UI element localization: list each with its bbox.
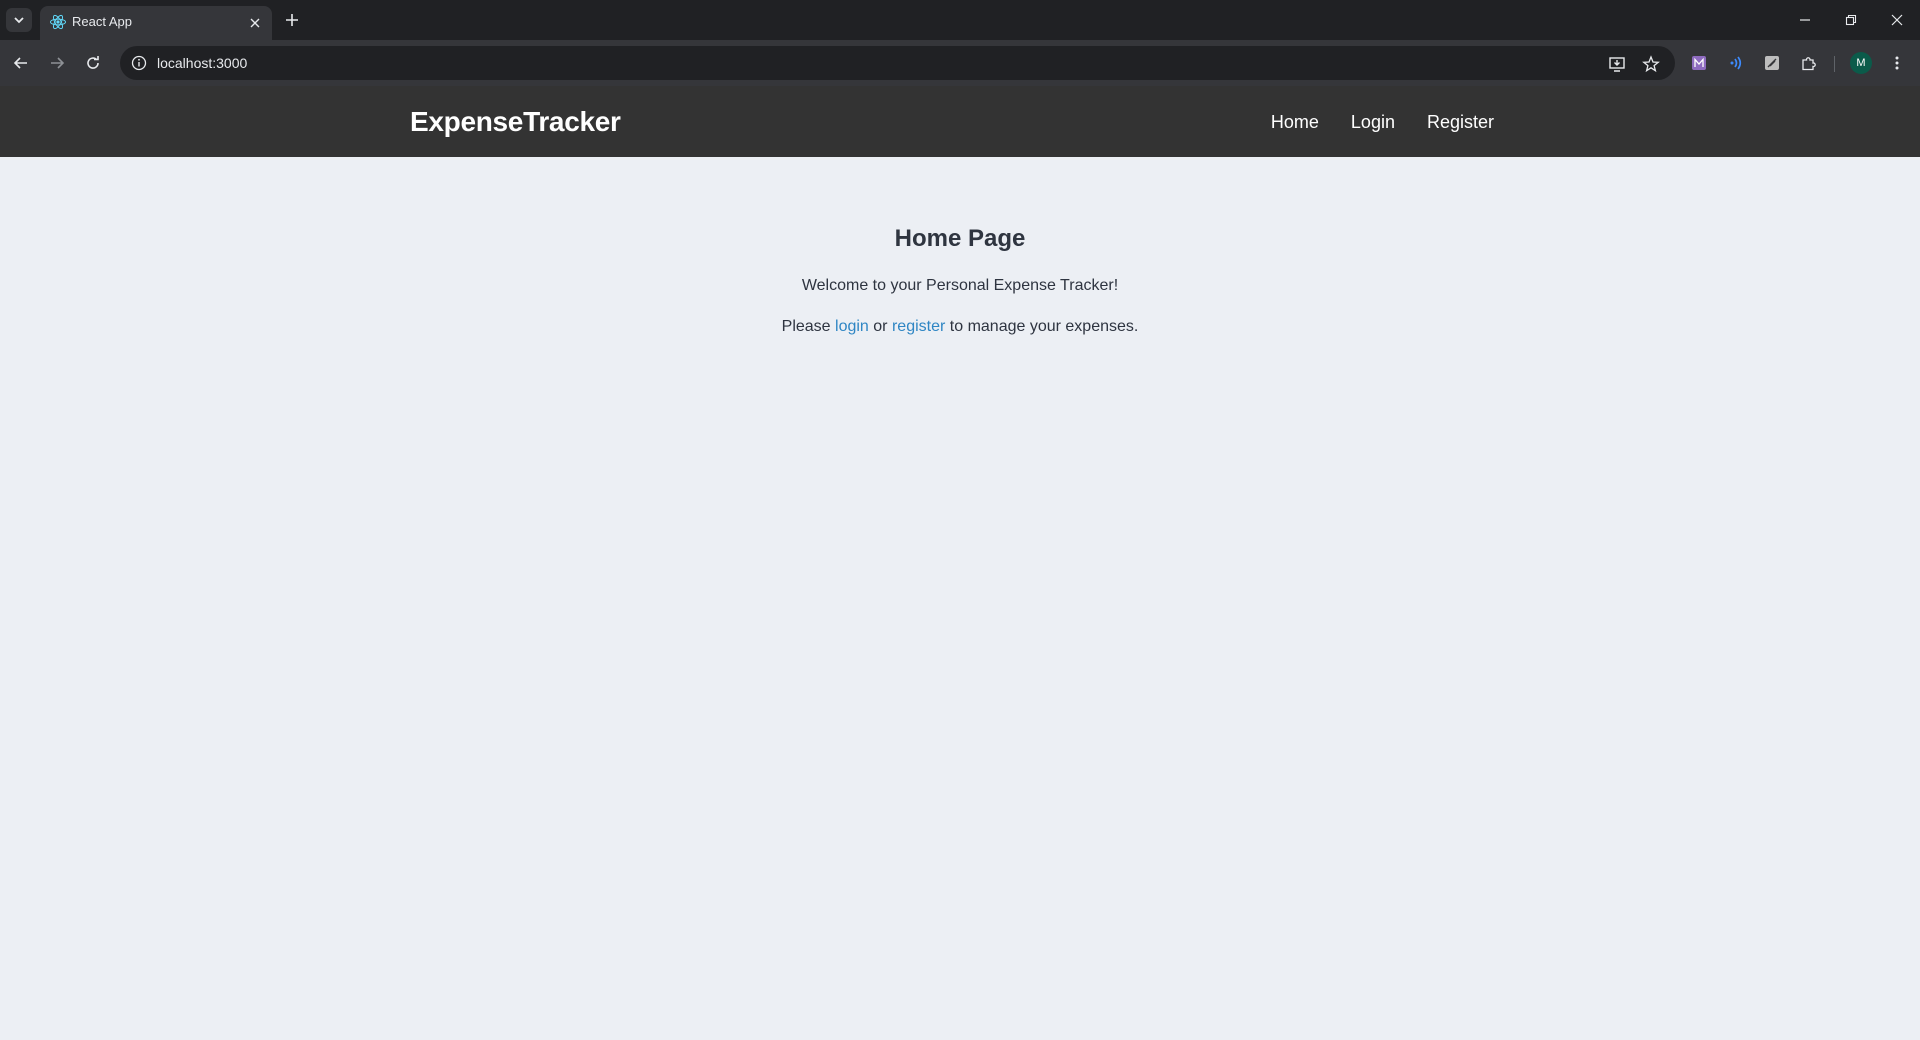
reload-icon xyxy=(87,56,99,69)
extension-waves-icon xyxy=(1730,56,1742,70)
extensions-button[interactable] xyxy=(1799,53,1819,73)
tab-search-button[interactable] xyxy=(6,8,32,32)
tab-close-button[interactable] xyxy=(246,14,264,32)
react-favicon-icon xyxy=(50,14,66,30)
info-icon[interactable] xyxy=(131,55,147,71)
cta-prefix: Please xyxy=(781,318,831,335)
window-close-icon xyxy=(1891,14,1903,26)
window-close-button[interactable] xyxy=(1882,6,1912,34)
nav-login-link[interactable]: Login xyxy=(1351,112,1395,133)
welcome-text: Welcome to your Personal Expense Tracker… xyxy=(801,277,1119,294)
profile-avatar[interactable]: M xyxy=(1850,52,1872,74)
restore-icon xyxy=(1845,14,1857,26)
nav-links: Home Login Register xyxy=(1271,112,1494,133)
url-input[interactable] xyxy=(157,55,1357,71)
cta-or: or xyxy=(873,318,888,335)
nav-home-link[interactable]: Home xyxy=(1271,112,1319,133)
forward-button[interactable] xyxy=(44,50,70,76)
back-arrow-icon xyxy=(13,57,27,69)
address-bar[interactable] xyxy=(120,46,1675,80)
browser-toolbar: M xyxy=(0,40,1920,86)
extension-feather-button[interactable] xyxy=(1762,53,1782,73)
minimize-button[interactable] xyxy=(1790,6,1820,34)
tab-title: React App xyxy=(72,14,132,29)
brand-logo[interactable]: ExpenseTracker xyxy=(410,106,621,138)
chevron-down-icon xyxy=(14,17,24,24)
browser-menu-button[interactable] xyxy=(1887,53,1907,73)
star-icon xyxy=(1642,55,1660,73)
browser-tab-bar: React App xyxy=(0,0,1920,40)
page-title: Home Page xyxy=(894,225,1026,252)
nav-register-link[interactable]: Register xyxy=(1427,112,1494,133)
browser-tab[interactable]: React App xyxy=(40,6,272,40)
extension-feather-icon xyxy=(1765,56,1779,70)
install-app-button[interactable] xyxy=(1607,54,1627,74)
forward-arrow-icon xyxy=(51,57,65,69)
cta-text: Please login or register to manage your … xyxy=(0,318,1920,336)
restore-button[interactable] xyxy=(1836,6,1866,34)
extension-m-icon xyxy=(1692,56,1706,70)
extension-m-button[interactable] xyxy=(1689,53,1709,73)
extension-waves-button[interactable] xyxy=(1726,53,1746,73)
kebab-menu-icon xyxy=(1895,56,1899,70)
close-icon xyxy=(250,18,260,28)
new-tab-button[interactable] xyxy=(281,9,303,31)
reload-button[interactable] xyxy=(80,50,106,76)
app-navbar: ExpenseTracker Home Login Register xyxy=(0,86,1920,157)
plus-icon xyxy=(286,14,298,26)
login-link[interactable]: login xyxy=(835,318,869,335)
toolbar-divider xyxy=(1834,56,1835,72)
bookmark-button[interactable] xyxy=(1641,54,1661,74)
back-button[interactable] xyxy=(8,50,34,76)
main-content: Home Page Welcome to your Personal Expen… xyxy=(0,157,1920,336)
register-link[interactable]: register xyxy=(892,318,945,335)
cta-suffix: to manage your expenses. xyxy=(949,318,1139,335)
install-app-icon xyxy=(1609,57,1625,72)
puzzle-icon xyxy=(1802,57,1816,71)
minimize-icon xyxy=(1800,19,1810,21)
